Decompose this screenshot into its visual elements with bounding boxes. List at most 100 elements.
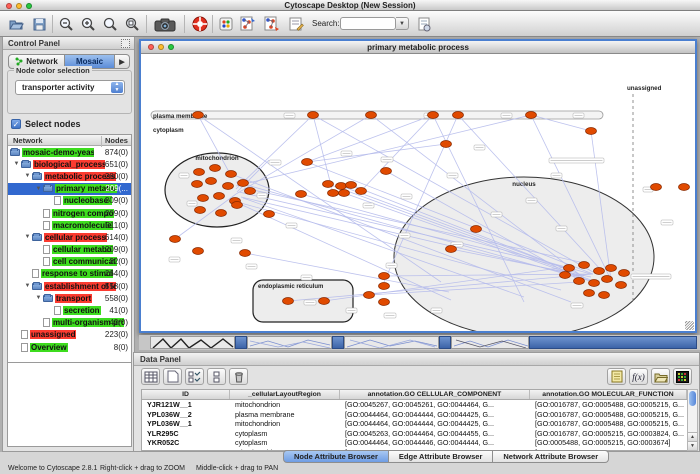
graph-node[interactable] xyxy=(302,159,313,166)
attribute-table-icon[interactable] xyxy=(141,368,160,385)
graph-node[interactable] xyxy=(323,181,334,188)
select-nodes-checkbox[interactable]: ✓ xyxy=(11,119,21,129)
tree-row-cell-communicat[interactable]: cell communicat22(0) xyxy=(8,256,131,268)
graph-node[interactable] xyxy=(264,211,275,218)
background-network-thumbnail[interactable] xyxy=(344,336,439,349)
tree-row-establishment-of-lo[interactable]: ▼establishment of lo558(0) xyxy=(8,280,131,292)
notes-icon[interactable] xyxy=(607,368,626,385)
zoom-in-icon[interactable] xyxy=(78,14,98,34)
graph-node[interactable] xyxy=(206,178,217,185)
graph-node[interactable] xyxy=(679,184,690,191)
graph-node[interactable] xyxy=(356,188,367,195)
select-attributes-icon[interactable] xyxy=(185,368,204,385)
tree-row-nucleobase-[interactable]: nucleobase-209(0) xyxy=(8,195,131,207)
table-column-header[interactable]: ID xyxy=(142,390,230,399)
tab-node-attribute-browser[interactable]: Node Attribute Browser xyxy=(283,450,389,463)
graph-node[interactable] xyxy=(428,112,439,119)
function-builder-icon[interactable]: f(x) xyxy=(629,368,648,385)
table-row[interactable]: YLR295Ccytoplasm[GO:0045263, GO:0044464,… xyxy=(142,429,687,439)
network-canvas[interactable]: plasma membrane cytoplasm mitochondrion … xyxy=(141,54,695,331)
graph-node[interactable] xyxy=(606,265,617,272)
tree-row-multi-organism-pro[interactable]: multi-organism pro42(0) xyxy=(8,317,131,329)
graph-node[interactable] xyxy=(193,112,204,119)
table-row[interactable]: YKR052Ccytoplasm[GO:0044464, GO:0044446,… xyxy=(142,438,687,448)
scrollbar-thumb[interactable] xyxy=(689,391,696,406)
graph-node[interactable] xyxy=(319,298,330,305)
tree-row-transport[interactable]: ▼transport558(0) xyxy=(8,292,131,304)
graph-node[interactable] xyxy=(574,278,585,285)
network-merge-icon[interactable] xyxy=(262,14,282,34)
graph-node[interactable] xyxy=(346,182,357,189)
new-attribute-icon[interactable] xyxy=(163,368,182,385)
graph-node[interactable] xyxy=(453,112,464,119)
graph-node[interactable] xyxy=(232,202,243,209)
zoom-out-icon[interactable] xyxy=(56,14,76,34)
color-attribute-select[interactable]: transporter activity ▲▼ xyxy=(15,80,125,95)
graph-node[interactable] xyxy=(198,195,209,202)
tree-row-nitrogen-compo[interactable]: nitrogen compo209(0) xyxy=(8,207,131,219)
zoom-fit-icon[interactable] xyxy=(122,14,142,34)
graph-node[interactable] xyxy=(193,248,204,255)
disclosure-triangle-icon[interactable]: ▼ xyxy=(34,186,43,192)
tree-row-primary-metabo[interactable]: ▼primary metabo209(... xyxy=(8,183,131,195)
tree-row-macromolecule[interactable]: macromolecule311(0) xyxy=(8,219,131,231)
graph-node[interactable] xyxy=(651,184,662,191)
graph-node[interactable] xyxy=(526,112,537,119)
table-row[interactable]: YPL036W__1mitochondrion[GO:0044464, GO:0… xyxy=(142,419,687,429)
tree-row-metabolic-process[interactable]: ▼metabolic process280(0) xyxy=(8,170,131,182)
scroll-up-icon[interactable]: ▲ xyxy=(688,432,697,441)
graph-node[interactable] xyxy=(339,190,350,197)
disclosure-triangle-icon[interactable]: ▼ xyxy=(23,283,32,289)
tab-network-attribute-browser[interactable]: Network Attribute Browser xyxy=(493,450,609,463)
heatmap-icon[interactable] xyxy=(673,368,692,385)
background-network-thumbnail[interactable] xyxy=(247,336,332,349)
attribute-list-icon[interactable] xyxy=(207,368,226,385)
graph-node[interactable] xyxy=(579,262,590,269)
graph-node[interactable] xyxy=(223,183,234,190)
graph-node[interactable] xyxy=(586,128,597,135)
plugin-icon[interactable] xyxy=(414,14,434,34)
graph-node[interactable] xyxy=(471,226,482,233)
graph-node[interactable] xyxy=(599,292,610,299)
graph-node[interactable] xyxy=(564,265,575,272)
graph-node[interactable] xyxy=(602,276,613,283)
tree-row-cellular-process[interactable]: ▼cellular process614(0) xyxy=(8,231,131,243)
table-column-header[interactable]: annotation.GO MOLECULAR_FUNCTION xyxy=(530,390,687,399)
search-dropdown-button[interactable]: ▼ xyxy=(396,17,409,30)
vizmapper-icon[interactable] xyxy=(216,14,236,34)
attribute-table-header[interactable]: ID_cellularLayoutRegionannotation.GO CEL… xyxy=(142,390,687,400)
graph-node[interactable] xyxy=(226,171,237,178)
graph-node[interactable] xyxy=(589,280,600,287)
save-icon[interactable] xyxy=(29,14,49,34)
scroll-down-icon[interactable]: ▼ xyxy=(688,441,697,450)
graph-node[interactable] xyxy=(381,168,392,175)
tab-edge-attribute-browser[interactable]: Edge Attribute Browser xyxy=(389,450,493,463)
snapshot-icon[interactable] xyxy=(152,14,178,34)
graph-node[interactable] xyxy=(170,236,181,243)
graph-node[interactable] xyxy=(245,188,256,195)
disclosure-triangle-icon[interactable]: ▼ xyxy=(23,173,32,179)
tree-row-cellular-metabo[interactable]: cellular metabo209(0) xyxy=(8,244,131,256)
disclosure-triangle-icon[interactable]: ▼ xyxy=(12,161,21,167)
tree-row-mosaic-demo-yeast[interactable]: mosaic-demo-yeast874(0) xyxy=(8,146,131,158)
graph-node[interactable] xyxy=(328,190,339,197)
graph-node[interactable] xyxy=(441,141,452,148)
float-panel-icon[interactable] xyxy=(121,39,130,48)
disclosure-triangle-icon[interactable]: ▼ xyxy=(34,295,43,301)
network-edit-icon[interactable] xyxy=(238,14,258,34)
tree-row-response-to-stimulu[interactable]: response to stimulu264(0) xyxy=(8,268,131,280)
graph-node[interactable] xyxy=(336,183,347,190)
table-column-header[interactable]: annotation.GO CELLULAR_COMPONENT xyxy=(340,390,530,399)
graph-node[interactable] xyxy=(194,169,205,176)
table-scrollbar[interactable]: ▲ ▼ xyxy=(687,389,698,451)
tree-row-secretion[interactable]: secretion41(0) xyxy=(8,304,131,316)
graph-node[interactable] xyxy=(192,181,203,188)
zoom-selected-icon[interactable] xyxy=(100,14,120,34)
graph-node[interactable] xyxy=(366,112,377,119)
tree-row-unassigned[interactable]: unassigned223(0) xyxy=(8,329,131,341)
graph-node[interactable] xyxy=(296,191,307,198)
tree-row-overview[interactable]: Overview8(0) xyxy=(8,341,131,353)
graph-node[interactable] xyxy=(379,299,390,306)
graph-node[interactable] xyxy=(379,283,390,290)
graph-node[interactable] xyxy=(283,298,294,305)
